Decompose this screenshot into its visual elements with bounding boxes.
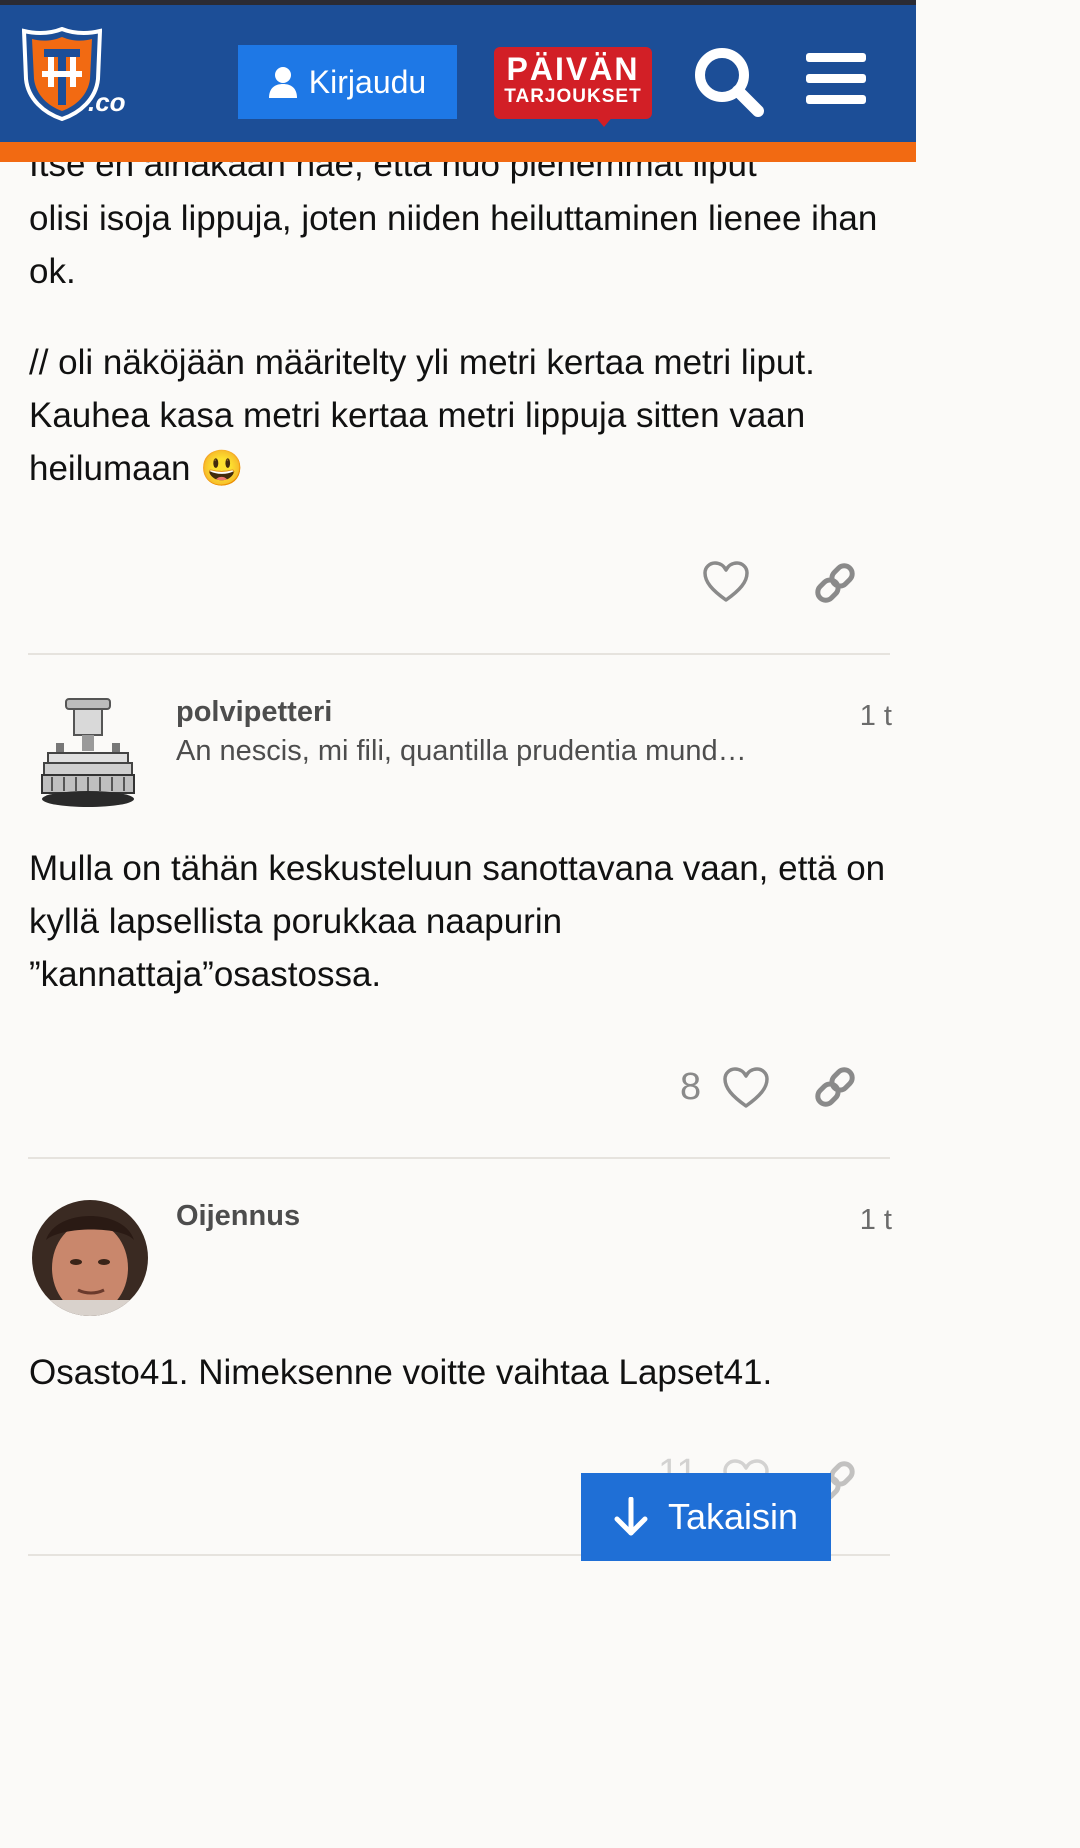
post-age[interactable]: 1 t	[860, 1204, 892, 1237]
post-paragraph: Osasto41. Nimeksenne voitte vaihtaa Laps…	[29, 1353, 773, 1392]
arrow-down-icon	[614, 1497, 648, 1536]
post-paragraph: olisi isoja lippuja, joten niiden heilut…	[29, 199, 878, 291]
header-accent-stripe	[0, 142, 916, 162]
post-username[interactable]: polvipetteri	[176, 696, 332, 729]
post-age[interactable]: 1 t	[860, 700, 892, 733]
logo-text: .co	[88, 87, 126, 117]
avatar[interactable]	[38, 695, 138, 811]
menu-button[interactable]	[804, 49, 868, 109]
link-icon	[815, 563, 855, 603]
user-title: An nescis, mi fili, quantilla prudentia …	[176, 735, 747, 767]
search-button[interactable]	[690, 43, 766, 119]
post-username[interactable]: Oijennus	[176, 1200, 300, 1233]
login-label: Kirjaudu	[308, 63, 427, 100]
link-icon	[815, 1067, 855, 1107]
post-paragraph: // oli näköjään määritelty yli metri ker…	[29, 336, 889, 495]
deals-line2: TARJOUKSET	[504, 86, 642, 107]
smiley-emoji: 😃	[200, 449, 244, 488]
user-icon	[268, 67, 297, 98]
back-button-label: Takaisin	[667, 1496, 799, 1537]
deals-badge-tail	[594, 115, 614, 127]
login-button[interactable]: Kirjaudu	[238, 45, 457, 119]
post-body: Mulla on tähän keskusteluun sanottavana …	[29, 842, 889, 1001]
daily-deals-badge[interactable]: PÄIVÄN TARJOUKSET	[494, 47, 652, 127]
share-link-button[interactable]	[812, 560, 858, 611]
post-divider	[28, 653, 890, 655]
like-button[interactable]	[702, 560, 750, 609]
avatar[interactable]	[32, 1200, 148, 1316]
site-header: .co Kirjaudu PÄIVÄN TARJOUKSET	[0, 5, 916, 142]
search-icon	[695, 48, 764, 117]
hamburger-menu-icon	[806, 53, 866, 104]
post-body: olisi isoja lippuja, joten niiden heilut…	[29, 192, 889, 495]
share-link-button[interactable]	[812, 1064, 858, 1115]
trophy-avatar-icon	[41, 698, 135, 807]
back-to-bottom-button[interactable]: Takaisin	[581, 1473, 831, 1561]
post-body: Osasto41. Nimeksenne voitte vaihtaa Laps…	[29, 1346, 889, 1399]
user-photo-avatar	[32, 1200, 148, 1316]
like-button[interactable]	[722, 1066, 770, 1115]
like-count[interactable]: 8	[680, 1066, 701, 1109]
heart-icon	[723, 1067, 769, 1108]
post-divider	[28, 1157, 890, 1159]
post-paragraph: Mulla on tähän keskusteluun sanottavana …	[29, 849, 886, 994]
heart-icon	[703, 561, 749, 602]
post-paragraph-text: // oli näköjään määritelty yli metri ker…	[29, 343, 815, 488]
deals-line1: PÄIVÄN	[506, 51, 640, 87]
